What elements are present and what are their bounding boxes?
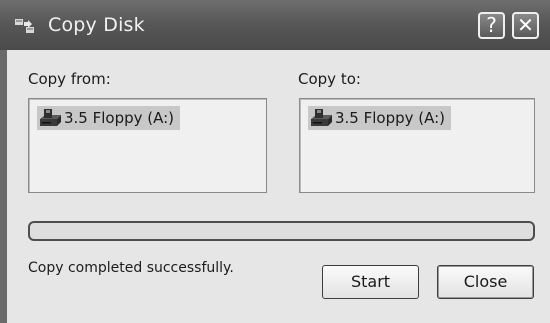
copy-to-drive-label: 3.5 Floppy (A:) xyxy=(335,109,446,127)
floppy-drive-icon xyxy=(40,109,61,126)
copy-disk-dialog: Copy Disk ? ✕ Copy from: 3.5 Floppy (A:)… xyxy=(0,0,550,323)
copy-to-drive-item[interactable]: 3.5 Floppy (A:) xyxy=(308,106,452,130)
copy-to-list[interactable]: 3.5 Floppy (A:) xyxy=(299,98,535,193)
copy-disk-icon xyxy=(15,19,34,33)
copy-from-label: Copy from: xyxy=(28,70,111,88)
help-button[interactable]: ? xyxy=(478,12,505,39)
status-message: Copy completed successfully. xyxy=(28,260,234,276)
title-bar[interactable]: Copy Disk ? ✕ xyxy=(0,0,550,50)
window-title: Copy Disk xyxy=(48,14,145,36)
start-button[interactable]: Start xyxy=(322,265,419,299)
close-button[interactable]: Close xyxy=(437,265,534,299)
progress-bar xyxy=(28,221,535,241)
dialog-body: Copy from: 3.5 Floppy (A:) Copy to: 3.5 … xyxy=(7,50,550,323)
copy-from-drive-label: 3.5 Floppy (A:) xyxy=(64,109,175,127)
copy-from-list[interactable]: 3.5 Floppy (A:) xyxy=(28,98,267,193)
window-close-button[interactable]: ✕ xyxy=(512,12,539,39)
copy-from-drive-item[interactable]: 3.5 Floppy (A:) xyxy=(37,106,181,130)
floppy-drive-icon xyxy=(311,109,332,126)
copy-to-label: Copy to: xyxy=(298,70,361,88)
